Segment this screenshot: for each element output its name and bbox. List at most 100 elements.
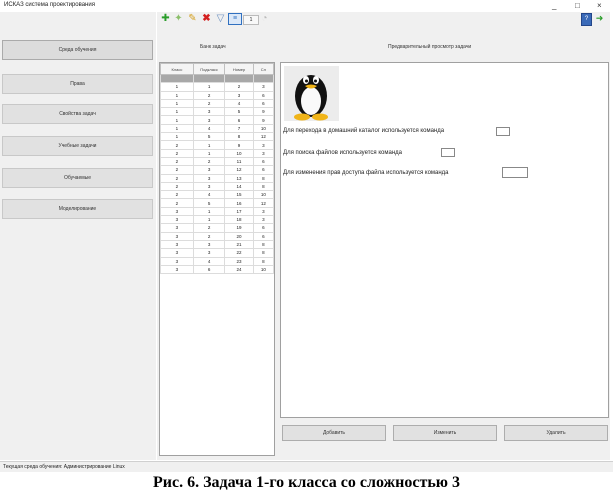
question-3-text: Для изменения прав доступа файла использ…	[283, 170, 449, 176]
table-cell: 3	[160, 231, 194, 241]
table-cell: 2	[192, 90, 226, 100]
table-row[interactable]: 1246	[160, 98, 275, 109]
table-cell: 21	[224, 239, 254, 250]
table-cell: 2	[160, 165, 194, 175]
table-row[interactable]: 3 1 17 3	[160, 206, 275, 217]
table-cell: 8	[252, 173, 275, 183]
table-cell: 2	[192, 223, 226, 233]
nav-modeling[interactable]: Моделирование	[2, 199, 153, 219]
table-cell: 5	[224, 107, 254, 117]
question-2-text: Для поиска файлов используется команда	[283, 150, 402, 156]
table-row[interactable]: 1369	[160, 115, 275, 125]
table-cell: 1	[160, 123, 194, 134]
maximize-button[interactable]: □	[575, 1, 580, 10]
table-cell: 3	[160, 256, 194, 266]
table-row[interactable]: 2 3 13 8	[160, 173, 275, 183]
table-row[interactable]: 3 2 19 6	[160, 223, 275, 233]
table-row[interactable]: 3 4 23 8	[160, 256, 275, 266]
table-row[interactable]: 2 4 15 10	[160, 190, 275, 200]
column-header[interactable]: Подкласс	[192, 63, 226, 75]
table-cell: 24	[224, 264, 254, 275]
table-row[interactable]: 3 2 20 6	[160, 231, 275, 241]
table-cell: 3	[160, 215, 194, 225]
nav-learning-environment[interactable]: Среда обучения	[2, 40, 153, 60]
task-bank-grid[interactable]: Класс Подкласс Номер Сл 1113112312361246135…	[159, 62, 275, 456]
table-cell: 2	[160, 156, 194, 167]
table-cell: 8	[252, 239, 275, 250]
question-2: Для поиска файлов используется команда	[283, 150, 402, 156]
table-row[interactable]: 1236	[160, 90, 275, 100]
delete-x-icon[interactable]: ✖	[201, 13, 212, 24]
table-cell: 3	[252, 148, 275, 158]
book-icon[interactable]: ?	[581, 13, 592, 26]
table-cell: 20	[224, 231, 254, 241]
table-row[interactable]: 1 5 8 12	[160, 132, 275, 142]
table-row[interactable]: 2 3 14 8	[160, 181, 275, 192]
figure-caption: Рис. 6. Задача 1-го класса со сложностью…	[152, 474, 461, 491]
add-green-icon[interactable]: ✚	[160, 13, 171, 24]
edit-button[interactable]: Изменить	[393, 425, 497, 441]
table-row[interactable]: 1359	[160, 107, 275, 117]
column-header[interactable]: Номер	[224, 63, 254, 75]
delete-button[interactable]: Удалить	[504, 425, 608, 441]
table-cell: 10	[252, 123, 275, 134]
level-select[interactable]: 1	[243, 15, 259, 25]
table-row[interactable]: 3 1 18 3	[160, 215, 275, 225]
refresh-icon[interactable]: ◔	[259, 13, 270, 24]
nav-rights[interactable]: Права	[2, 74, 153, 94]
table-row[interactable]: 2193	[160, 140, 275, 150]
answer-field-2[interactable]	[441, 148, 455, 157]
table-cell: 2	[160, 190, 194, 200]
edit-pencil-icon[interactable]: ✎	[187, 13, 198, 24]
exit-icon[interactable]: ➜	[594, 13, 605, 24]
column-header[interactable]: Класс	[160, 63, 194, 75]
nav-trainees[interactable]: Обучаемые	[2, 168, 153, 188]
preview-title: Предварительный просмотр задачи	[388, 44, 472, 50]
table-cell: 3	[160, 248, 194, 258]
table-cell: 13	[224, 173, 254, 183]
table-row[interactable]: 2 2 11 6	[160, 156, 275, 167]
table-cell: 1	[160, 98, 194, 109]
tux-penguin-icon	[284, 66, 339, 121]
table-row[interactable]: 3 3 21 8	[160, 239, 275, 250]
table-cell: 15	[224, 190, 254, 200]
table-row[interactable]: 2 3 12 6	[160, 165, 275, 175]
table-row[interactable]: 3 6 24 10	[160, 264, 275, 275]
add-button[interactable]: Добавить	[282, 425, 386, 441]
answer-field-1[interactable]	[496, 127, 510, 136]
table-cell: 3	[252, 140, 275, 150]
table-cell: 8	[224, 132, 254, 142]
table-cell: 8	[252, 248, 275, 258]
table-cell: 3	[192, 248, 226, 258]
table-cell: 7	[224, 123, 254, 134]
minimize-button[interactable]: _	[552, 1, 556, 10]
question-1: Для перехода в домашний каталог использу…	[283, 128, 444, 134]
answer-field-3[interactable]	[502, 167, 528, 178]
table-cell: 1	[160, 107, 194, 117]
table-cell: 3	[252, 215, 275, 225]
list-dropdown-icon[interactable]: ≡	[228, 13, 242, 25]
table-cell: 12	[252, 132, 275, 142]
column-header[interactable]: Сл	[252, 63, 275, 75]
table-row[interactable]: 2 1 10 3	[160, 148, 275, 158]
nav-task-properties[interactable]: Свойства задач	[2, 104, 153, 124]
table-row[interactable]: 1113	[160, 73, 275, 84]
table-cell: 3	[252, 73, 275, 84]
table-row[interactable]: 3 3 22 8	[160, 248, 275, 258]
add-key-icon[interactable]: ✦	[173, 13, 184, 24]
filter-icon[interactable]: ▽	[215, 13, 226, 24]
close-button[interactable]: ×	[597, 1, 602, 10]
table-cell: 16	[224, 198, 254, 208]
table-cell: 2	[160, 198, 194, 208]
table-cell: 3	[192, 107, 226, 117]
table-cell: 6	[252, 231, 275, 241]
table-cell: 11	[224, 156, 254, 167]
table-row[interactable]: 1 4 7 10	[160, 123, 275, 134]
table-cell: 4	[192, 190, 226, 200]
table-row[interactable]: 1123	[160, 82, 275, 92]
table-cell: 3	[252, 82, 275, 92]
nav-training-tasks[interactable]: Учебные задачи	[2, 136, 153, 156]
table-cell: 1	[224, 73, 254, 84]
table-cell: 6	[252, 90, 275, 100]
table-row[interactable]: 2 5 16 12	[160, 198, 275, 208]
